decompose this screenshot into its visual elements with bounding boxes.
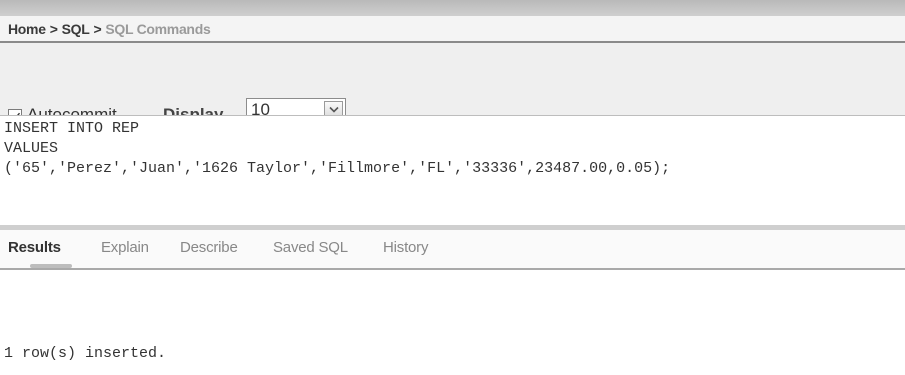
breadcrumb: Home > SQL > SQL Commands — [0, 16, 905, 43]
tab-results[interactable]: Results — [8, 239, 61, 256]
sql-line: INSERT INTO REP — [4, 120, 140, 137]
top-bar — [0, 0, 905, 16]
chevron-down-icon — [328, 106, 339, 113]
breadcrumb-trail: Home > SQL > SQL Commands — [8, 21, 211, 37]
sql-line: ('65','Perez','Juan','1626 Taylor','Fill… — [4, 160, 671, 177]
tab-history[interactable]: History — [383, 239, 428, 256]
result-message: 1 row(s) inserted. — [4, 345, 167, 362]
tab-explain[interactable]: Explain — [101, 239, 149, 256]
breadcrumb-home-link[interactable]: Home — [8, 21, 46, 37]
breadcrumb-sql-link[interactable]: SQL — [62, 21, 90, 37]
active-tab-indicator — [30, 264, 72, 268]
sql-editor[interactable]: INSERT INTO REP VALUES ('65','Perez','Ju… — [0, 115, 905, 225]
tab-saved-sql[interactable]: Saved SQL — [273, 239, 348, 256]
tab-describe[interactable]: Describe — [180, 239, 238, 256]
breadcrumb-separator: > — [93, 21, 102, 37]
sql-toolbar — [0, 43, 905, 115]
results-tab-bar: Results Explain Describe Saved SQL Histo… — [0, 230, 905, 270]
sql-line: VALUES — [4, 140, 59, 157]
breadcrumb-separator: > — [49, 21, 58, 37]
breadcrumb-current: SQL Commands — [105, 21, 211, 37]
